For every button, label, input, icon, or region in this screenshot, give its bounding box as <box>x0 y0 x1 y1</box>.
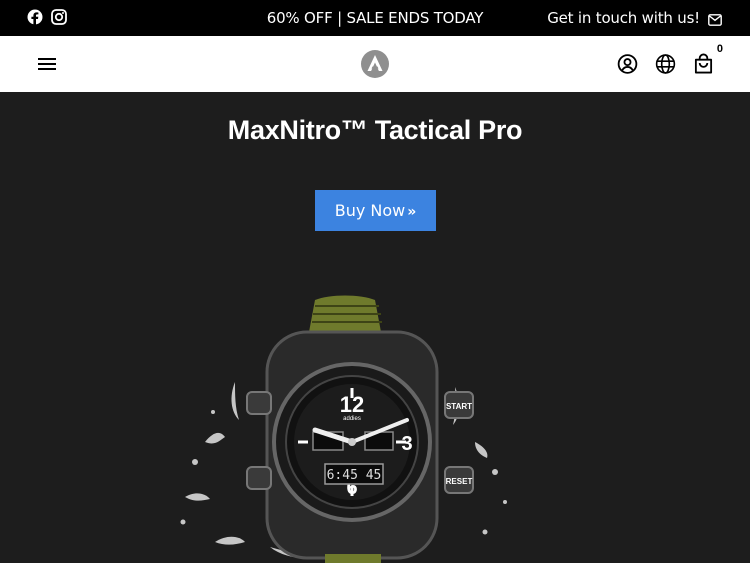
mail-icon <box>708 12 722 26</box>
watch-brand-label: addies <box>343 416 361 422</box>
user-account-icon[interactable] <box>617 53 638 75</box>
double-chevron-right-icon: » <box>407 203 417 220</box>
buy-now-label: Buy Now <box>334 201 406 220</box>
buy-now-button[interactable]: Buy Now » <box>315 190 436 231</box>
svg-text:3: 3 <box>401 433 412 455</box>
watch-digital-time: 6:45 45 <box>327 468 382 483</box>
social-links <box>27 9 67 25</box>
watch-start-label: START <box>446 402 472 411</box>
brand-logo-icon[interactable] <box>360 49 390 79</box>
facebook-icon[interactable] <box>27 9 43 25</box>
product-watch-image: START RESET 12 3 6 addies 6:45 45 <box>180 295 507 563</box>
announcement-bar: 60% OFF | SALE ENDS TODAY Get in touch w… <box>0 0 750 36</box>
hamburger-menu-icon[interactable] <box>37 55 57 73</box>
shopping-bag-icon[interactable]: 0 <box>693 43 723 75</box>
header-actions: 0 <box>617 43 723 75</box>
contact-text: Get in touch with us! <box>547 9 700 27</box>
svg-text:12: 12 <box>340 392 364 417</box>
watch-reset-label: RESET <box>446 477 473 486</box>
site-header: 0 <box>0 36 750 92</box>
instagram-icon[interactable] <box>51 9 67 25</box>
hero-section: MaxNitro™ Tactical Pro Buy Now » START R… <box>0 92 750 563</box>
hero-title: MaxNitro™ Tactical Pro <box>227 115 523 145</box>
contact-link[interactable]: Get in touch with us! <box>547 9 722 27</box>
cart-count-badge: 0 <box>716 43 723 55</box>
globe-icon[interactable] <box>655 53 676 75</box>
